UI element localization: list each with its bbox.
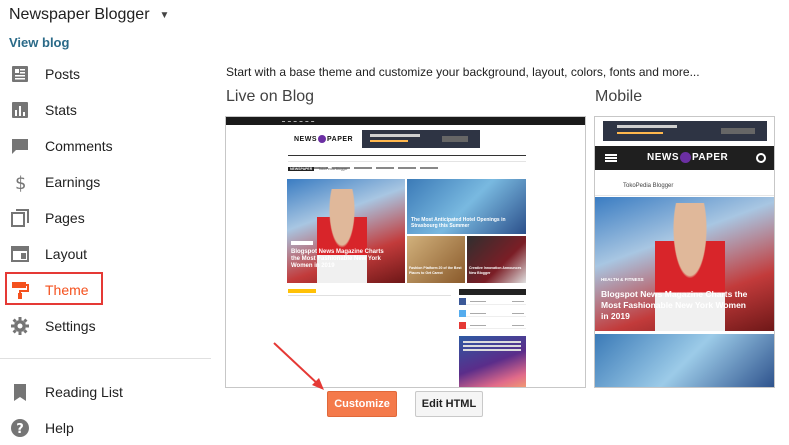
sidebar-item-label: Layout (45, 246, 88, 262)
sidebar-item-help[interactable]: ? Help (10, 415, 74, 441)
preview-blog-label: NEWSPAPER TokoPedia Blogger (288, 167, 348, 171)
mobile-hero-image: HEALTH & FITNESS Blogspot News Magazine … (595, 197, 774, 331)
preview-shoes-image: Creative Innovation Announces New Blogge… (467, 236, 526, 283)
mobile-divider (595, 195, 774, 196)
view-blog-link[interactable]: View blog (9, 35, 69, 50)
comments-icon (10, 136, 30, 156)
preview-header-ad (362, 130, 480, 148)
preview-swim-image: The Most Anticipated Hotel Openings in S… (407, 179, 526, 234)
customize-button[interactable]: Customize (327, 391, 397, 417)
preview-top-bar: ▬ ▬ ▬ ▬ ▬ ▬ (226, 117, 585, 125)
mobile-header-ad (603, 121, 767, 141)
sidebar-item-layout[interactable]: Layout (10, 241, 87, 267)
preview-food-image: Fashion Platform 20 of the Best Places t… (407, 236, 465, 283)
preview-facebook-row (459, 298, 526, 305)
sidebar-item-reading-list[interactable]: Reading List (10, 379, 123, 405)
live-on-blog-title: Live on Blog (226, 88, 315, 105)
mobile-title: Mobile (595, 88, 643, 105)
caret-down-icon: ▼ (159, 9, 170, 21)
sidebar-item-label: Help (45, 420, 74, 436)
sidebar-item-pages[interactable]: Pages (10, 205, 85, 231)
blog-title: Newspaper Blogger (9, 6, 150, 23)
pages-icon (10, 208, 30, 228)
sidebar-item-label: Comments (45, 138, 113, 154)
mobile-logo: NEWS PAPER (647, 152, 728, 163)
mobile-hero-tag: HEALTH & FITNESS (601, 277, 644, 282)
sidebar-item-posts[interactable]: Posts (10, 61, 80, 87)
preview-label-tag: NEWSPAPER (288, 167, 315, 171)
search-icon (756, 153, 766, 163)
sidebar-item-comments[interactable]: Comments (10, 133, 113, 159)
preview-food-caption: Fashion Platform 20 of the Best Places t… (409, 266, 462, 275)
sidebar-item-label: Stats (45, 102, 77, 118)
mobile-logo-left: NEWS (647, 152, 679, 164)
sidebar-item-label: Reading List (45, 384, 123, 400)
menu-icon (605, 154, 617, 162)
sidebar: Newspaper Blogger ▼ View blog Posts Stat… (0, 0, 212, 445)
dollar-icon: $ (10, 172, 30, 192)
theme-intro-text: Start with a base theme and customize yo… (226, 65, 700, 79)
theme-highlight-box (5, 272, 103, 305)
mobile-theme-preview[interactable]: NEWS PAPER TokoPedia Blogger HEALTH & FIT… (594, 116, 775, 388)
sidebar-item-label: Pages (45, 210, 85, 226)
annotation-arrow (273, 342, 324, 390)
sidebar-item-label: Posts (45, 66, 81, 82)
sidebar-item-settings[interactable]: Settings (10, 313, 96, 339)
sidebar-item-label: Settings (45, 318, 96, 334)
sidebar-divider (0, 358, 211, 359)
mobile-logo-right: PAPER (692, 152, 729, 164)
preview-twitter-row (459, 310, 526, 317)
preview-social-header (459, 289, 526, 295)
bookmark-icon (10, 382, 30, 402)
mobile-hero-caption: Blogspot News Magazine Charts the Most F… (601, 289, 748, 321)
preview-hero-image: Blogspot News Magazine Charts the Most F… (287, 179, 405, 283)
svg-text:?: ? (16, 422, 24, 437)
preview-swim-caption: The Most Anticipated Hotel Openings in S… (411, 217, 506, 229)
layout-icon (10, 244, 30, 264)
mobile-swim-image (595, 334, 774, 387)
preview-youtube-row (459, 322, 526, 329)
blog-selector[interactable]: Newspaper Blogger ▼ (9, 6, 169, 24)
help-icon: ? (10, 418, 30, 438)
preview-hero-caption: Blogspot News Magazine Charts the Most F… (291, 249, 384, 269)
preview-divider (288, 295, 451, 296)
mobile-header-bar: NEWS PAPER (595, 146, 774, 170)
preview-sidebar-ad (459, 336, 526, 387)
posts-icon (10, 64, 30, 84)
preview-logo-right: PAPER (327, 135, 354, 143)
preview-section-tag (288, 289, 316, 293)
sidebar-item-earnings[interactable]: $ Earnings (10, 169, 100, 195)
stats-icon (10, 100, 30, 120)
sidebar-item-label: Earnings (45, 174, 101, 190)
gear-icon (10, 316, 30, 336)
preview-logo-left: NEWS (294, 135, 317, 143)
preview-label-text: TokoPedia Blogger (318, 167, 348, 171)
preview-logo: NEWS PAPER (294, 135, 353, 143)
preview-menu (288, 155, 526, 169)
edit-html-button[interactable]: Edit HTML (415, 391, 483, 417)
sidebar-item-stats[interactable]: Stats (10, 97, 77, 123)
svg-text:$: $ (15, 173, 26, 192)
preview-shoes-caption: Creative Innovation Announces New Blogge… (469, 266, 522, 275)
mobile-blog-label: TokoPedia Blogger (623, 183, 674, 189)
